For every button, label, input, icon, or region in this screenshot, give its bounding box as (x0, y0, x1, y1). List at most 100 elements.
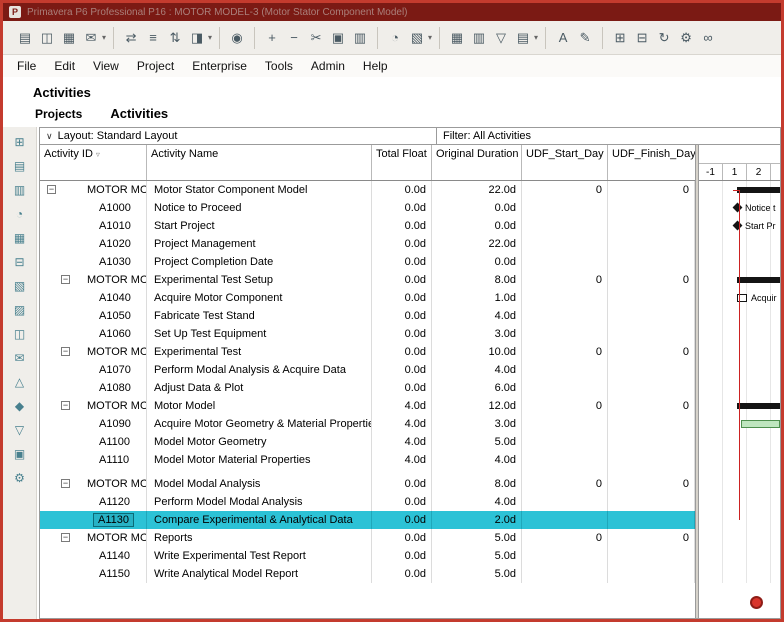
activity-row[interactable]: A1000 Notice to Proceed 0.0d 0.0d (40, 199, 695, 217)
cell-activity-id[interactable]: − MOTOR MODEL-3.4 (40, 475, 147, 493)
cell-name[interactable]: Motor Stator Component Model (147, 181, 372, 199)
cell-activity-id[interactable]: − MOTOR MODEL-3.5 (40, 529, 147, 547)
cell-name[interactable]: Project Completion Date (147, 253, 372, 271)
cell-name[interactable]: Write Analytical Model Report (147, 565, 372, 583)
cell-name[interactable]: Write Experimental Test Report (147, 547, 372, 565)
cell-total-float[interactable]: 4.0d (372, 433, 432, 451)
mail-icon[interactable]: ✉ (81, 28, 101, 48)
cell-original-duration[interactable]: 2.0d (432, 511, 522, 529)
cell-total-float[interactable]: 0.0d (372, 325, 432, 343)
cell-udf-finish-day[interactable]: 0 (608, 475, 695, 493)
cell-original-duration[interactable]: 4.0d (432, 307, 522, 325)
summary-bar[interactable] (737, 403, 780, 409)
portfolios-icon[interactable]: ▦ (11, 229, 29, 247)
link-icon[interactable]: ∞ (698, 28, 718, 48)
delete-icon[interactable]: − (284, 28, 304, 48)
notification-icon[interactable] (750, 596, 763, 609)
cell-total-float[interactable]: 0.0d (372, 235, 432, 253)
group-row[interactable]: − MOTOR MODEL-3.1 Experimental Test Setup 0… (40, 271, 695, 289)
cell-total-float[interactable]: 0.0d (372, 565, 432, 583)
collapse-icon[interactable]: − (61, 275, 70, 284)
cell-activity-id[interactable]: A1110 (40, 451, 147, 469)
cell-udf-finish-day[interactable] (608, 379, 695, 397)
cell-udf-start-day[interactable]: 0 (522, 343, 608, 361)
tab-projects[interactable]: Projects (35, 107, 82, 121)
cell-original-duration[interactable]: 6.0d (432, 379, 522, 397)
collapse-icon[interactable]: − (47, 185, 56, 194)
dropdown-caret-icon[interactable]: ▾ (534, 33, 538, 42)
cell-name[interactable]: Experimental Test Setup (147, 271, 372, 289)
assignments-icon[interactable]: ▨ (11, 301, 29, 319)
cell-original-duration[interactable]: 8.0d (432, 271, 522, 289)
cell-name[interactable]: Perform Modal Analysis & Acquire Data (147, 361, 372, 379)
cell-original-duration[interactable]: 5.0d (432, 547, 522, 565)
cell-original-duration[interactable]: 0.0d (432, 253, 522, 271)
cell-total-float[interactable]: 4.0d (372, 451, 432, 469)
cell-total-float[interactable]: 0.0d (372, 379, 432, 397)
collapse-icon[interactable]: − (61, 533, 70, 542)
cell-original-duration[interactable]: 3.0d (432, 415, 522, 433)
tab-activities[interactable]: Activities (110, 106, 168, 121)
cell-name[interactable]: Model Modal Analysis (147, 475, 372, 493)
cell-udf-finish-day[interactable]: 0 (608, 343, 695, 361)
layout-icon[interactable]: ▦ (447, 28, 467, 48)
activity-row[interactable]: A1150 Write Analytical Model Report 0.0d 5.… (40, 565, 695, 583)
cell-original-duration[interactable]: 4.0d (432, 451, 522, 469)
cell-total-float[interactable]: 0.0d (372, 271, 432, 289)
font-icon[interactable]: A (553, 28, 573, 48)
cell-original-duration[interactable]: 22.0d (432, 181, 522, 199)
activity-row[interactable]: A1090 Acquire Motor Geometry & Material P… (40, 415, 695, 433)
cell-activity-id[interactable]: A1000 (40, 199, 147, 217)
cell-udf-start-day[interactable] (522, 451, 608, 469)
activity-row[interactable]: A1030 Project Completion Date 0.0d 0.0d (40, 253, 695, 271)
cell-udf-finish-day[interactable]: 0 (608, 181, 695, 199)
summary-bar[interactable] (737, 187, 780, 193)
columns-icon[interactable]: ▥ (469, 28, 489, 48)
cell-udf-start-day[interactable] (522, 415, 608, 433)
relationship-lines-icon[interactable]: ⇅ (165, 28, 185, 48)
cell-activity-id[interactable]: A1130 (40, 511, 147, 529)
activity-row[interactable]: A1100 Model Motor Geometry 4.0d 5.0d (40, 433, 695, 451)
gantt-timescale[interactable]: -1123 (699, 145, 780, 181)
cell-udf-start-day[interactable] (522, 565, 608, 583)
cell-name[interactable]: Fabricate Test Stand (147, 307, 372, 325)
menu-item-help[interactable]: Help (363, 59, 388, 73)
cell-udf-start-day[interactable] (522, 379, 608, 397)
cell-udf-finish-day[interactable] (608, 433, 695, 451)
cell-total-float[interactable]: 4.0d (372, 397, 432, 415)
resources-icon[interactable]: ▤ (11, 157, 29, 175)
collapse-all-icon[interactable]: ⊟ (632, 28, 652, 48)
cell-name[interactable]: Project Management (147, 235, 372, 253)
cell-udf-start-day[interactable]: 0 (522, 397, 608, 415)
wps-docs-icon[interactable]: ◫ (11, 325, 29, 343)
cell-name[interactable]: Start Project (147, 217, 372, 235)
dropdown-caret-icon[interactable]: ▾ (208, 33, 212, 42)
cell-total-float[interactable]: 0.0d (372, 307, 432, 325)
cell-activity-id[interactable]: − MOTOR MODEL-3.1 (40, 271, 147, 289)
cell-udf-start-day[interactable]: 0 (522, 475, 608, 493)
cell-activity-id[interactable]: A1060 (40, 325, 147, 343)
documents-icon[interactable]: ▣ (11, 445, 29, 463)
cell-udf-start-day[interactable]: 0 (522, 529, 608, 547)
cell-udf-start-day[interactable]: 0 (522, 181, 608, 199)
cell-udf-start-day[interactable] (522, 433, 608, 451)
filter-section[interactable]: Filter: All Activities (437, 128, 780, 144)
cell-original-duration[interactable]: 0.0d (432, 217, 522, 235)
cut-icon[interactable]: ✂ (306, 28, 326, 48)
activity-row[interactable]: A1130 Compare Experimental & Analytical D… (40, 511, 695, 529)
cell-udf-start-day[interactable] (522, 199, 608, 217)
cell-total-float[interactable]: 0.0d (372, 181, 432, 199)
dropdown-caret-icon[interactable]: ▾ (428, 33, 432, 42)
cell-udf-finish-day[interactable] (608, 289, 695, 307)
activity-row[interactable]: A1040 Acquire Motor Component 0.0d 1.0d (40, 289, 695, 307)
cell-total-float[interactable]: 0.0d (372, 289, 432, 307)
cell-activity-id[interactable]: A1010 (40, 217, 147, 235)
cell-udf-finish-day[interactable] (608, 307, 695, 325)
gantt-body[interactable]: Notice t Start Pr Acquir (699, 181, 780, 583)
cell-activity-id[interactable]: − MOTOR MODEL-3.2 (40, 343, 147, 361)
col-total-float[interactable]: Total Float (372, 145, 432, 180)
cell-name[interactable]: Acquire Motor Geometry & Material Proper… (147, 415, 372, 433)
cell-activity-id[interactable]: A1080 (40, 379, 147, 397)
col-original-duration[interactable]: Original Duration (432, 145, 522, 180)
cell-name[interactable]: Experimental Test (147, 343, 372, 361)
